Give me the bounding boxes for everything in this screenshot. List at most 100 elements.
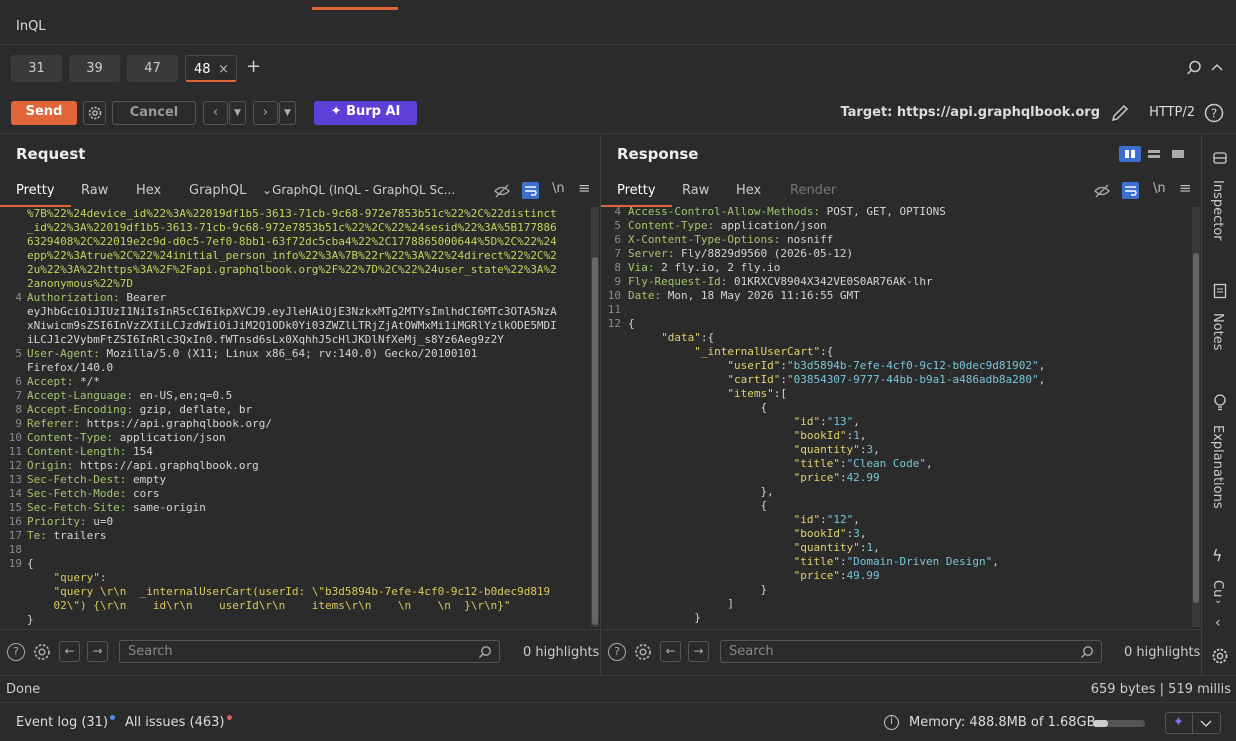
request-line-number: 5: [15, 347, 22, 360]
next-match-button[interactable]: →: [87, 641, 108, 662]
gear-icon[interactable]: [633, 642, 653, 662]
response-body[interactable]: Access-Control-Allow-Methods: POST, GET,…: [628, 205, 1190, 625]
forward-button[interactable]: ›: [253, 101, 278, 125]
request-line-number: [0, 585, 22, 599]
send-button[interactable]: Send: [11, 101, 77, 125]
tab-hex[interactable]: Hex: [136, 183, 161, 198]
burp-ai-button[interactable]: ✦ Burp AI: [314, 101, 417, 125]
response-line-number: [602, 331, 621, 345]
search-icon: [1081, 646, 1093, 658]
chevron-down-icon: [1200, 720, 1212, 728]
request-tab-31[interactable]: 31: [11, 55, 62, 82]
all-issues-link[interactable]: All issues (463): [125, 715, 232, 730]
request-tab-48[interactable]: 48 ×: [185, 55, 237, 82]
search-icon[interactable]: [1186, 60, 1202, 76]
http-version[interactable]: HTTP/2: [1149, 105, 1195, 120]
response-line-number: [602, 401, 621, 415]
response-code-line: "quantity":1,: [793, 541, 880, 554]
tab-raw[interactable]: Raw: [682, 183, 709, 198]
help-icon[interactable]: ?: [7, 643, 25, 661]
side-tab-inspector[interactable]: Inspector: [1210, 180, 1225, 241]
response-line-number: [602, 359, 621, 373]
chevron-down-icon: ⌄: [262, 183, 273, 197]
chevron-up-icon[interactable]: [1211, 62, 1223, 72]
response-editor[interactable]: 4 5 6 7 8 9 10 11 12 Access-Control-Allow-Method…: [602, 205, 1194, 625]
request-line-number: 13: [8, 473, 22, 486]
layout-tabs-icon[interactable]: [1167, 146, 1189, 162]
request-body[interactable]: %7B%22%24device_id%22%3A%22019df1b5-3613…: [27, 207, 592, 627]
request-line-number: 14: [8, 487, 22, 500]
hide-nonprint-icon[interactable]: [494, 184, 510, 198]
forward-history-dropdown[interactable]: ▼: [279, 101, 296, 125]
response-code-line: },: [628, 485, 774, 498]
scroll-thumb[interactable]: [592, 257, 598, 625]
response-code-line: "quantity":3,: [793, 443, 880, 456]
lightning-icon: ϟ: [1212, 546, 1223, 565]
side-tab-explanations[interactable]: Explanations: [1210, 425, 1225, 509]
close-icon[interactable]: ×: [218, 56, 229, 83]
response-line-number: 9: [614, 275, 621, 288]
request-scrollbar[interactable]: [591, 207, 599, 627]
wrap-lines-icon[interactable]: [522, 182, 539, 199]
response-line-number: 4: [614, 205, 621, 218]
request-line-number: 18: [8, 543, 22, 556]
menu-icon[interactable]: ≡: [1179, 179, 1192, 197]
request-editor[interactable]: 4 5 6 7 8 9 10 11 12 13 14 15 16 17 18 19 %7B%22%24devi…: [0, 207, 592, 627]
chevron-left-icon: ‹: [212, 105, 219, 120]
tab-pretty[interactable]: Pretty: [601, 183, 671, 207]
help-icon[interactable]: ?: [608, 643, 626, 661]
layout-side-by-side-icon[interactable]: [1119, 146, 1141, 162]
tab-raw[interactable]: Raw: [81, 183, 108, 198]
tab-pretty[interactable]: Pretty: [0, 183, 70, 207]
tab-render[interactable]: Render: [790, 183, 836, 198]
request-tab-39[interactable]: 39: [69, 55, 120, 82]
send-settings-button[interactable]: [83, 101, 106, 125]
response-line-number: 12: [607, 317, 621, 330]
hide-nonprint-icon[interactable]: [1094, 184, 1110, 198]
next-match-button[interactable]: →: [688, 641, 709, 662]
scroll-thumb[interactable]: [1193, 253, 1199, 603]
newline-icon[interactable]: \n: [1153, 181, 1166, 196]
event-log-link[interactable]: Event log (31): [16, 715, 116, 730]
request-code-line: 2anonymous%22%7D: [27, 277, 133, 290]
collapse-panel-icon[interactable]: ‹: [1215, 615, 1221, 631]
prev-match-button[interactable]: ←: [660, 641, 681, 662]
side-tab-notes[interactable]: Notes: [1210, 313, 1225, 351]
gear-icon[interactable]: [32, 642, 52, 662]
back-button[interactable]: ‹: [203, 101, 228, 125]
active-tool-indicator: [312, 7, 398, 10]
newline-icon[interactable]: \n: [552, 181, 565, 196]
event-log-label: Event log (31): [16, 715, 109, 730]
response-line-number: [602, 597, 621, 611]
tab-inql-scanner[interactable]: ⌄GraphQL (InQL - GraphQL Sc...: [262, 183, 455, 197]
tab-graphql[interactable]: GraphQL: [189, 183, 246, 198]
response-code-line: "items":[: [727, 387, 787, 400]
response-line-number: [602, 569, 621, 583]
status-text: Done: [6, 682, 41, 697]
request-line-number: [0, 613, 22, 627]
chevron-down-icon[interactable]: ⌄: [1214, 595, 1222, 606]
ai-menu-button[interactable]: ✦: [1165, 712, 1221, 734]
request-tab-47[interactable]: 47: [127, 55, 178, 82]
request-code-line: "query \r\n _internalUserCart(userId: \"…: [27, 585, 551, 598]
request-panel: Request Pretty Raw Hex GraphQL ⌄GraphQL …: [0, 135, 601, 675]
edit-target-icon[interactable]: [1110, 103, 1130, 123]
response-scrollbar[interactable]: [1192, 207, 1200, 627]
back-history-dropdown[interactable]: ▼: [229, 101, 246, 125]
layout-stacked-icon[interactable]: [1143, 146, 1165, 162]
response-search-input[interactable]: Search: [720, 640, 1102, 663]
wrap-lines-icon[interactable]: [1122, 182, 1139, 199]
help-icon[interactable]: ?: [1204, 103, 1224, 123]
cancel-button[interactable]: Cancel: [112, 101, 196, 125]
request-code-line: "query":: [27, 571, 107, 584]
gear-icon[interactable]: [1211, 647, 1229, 665]
request-code-line: Sec-Fetch-Site: same-origin: [27, 501, 206, 514]
request-search-input[interactable]: Search: [119, 640, 500, 663]
notes-icon: [1213, 283, 1227, 299]
window-title[interactable]: InQL: [16, 19, 46, 34]
prev-match-button[interactable]: ←: [59, 641, 80, 662]
menu-icon[interactable]: ≡: [578, 179, 591, 197]
add-tab-icon[interactable]: +: [246, 56, 261, 77]
response-code-line: Via: 2 fly.io, 2 fly.io: [628, 261, 781, 274]
tab-hex[interactable]: Hex: [736, 183, 761, 198]
